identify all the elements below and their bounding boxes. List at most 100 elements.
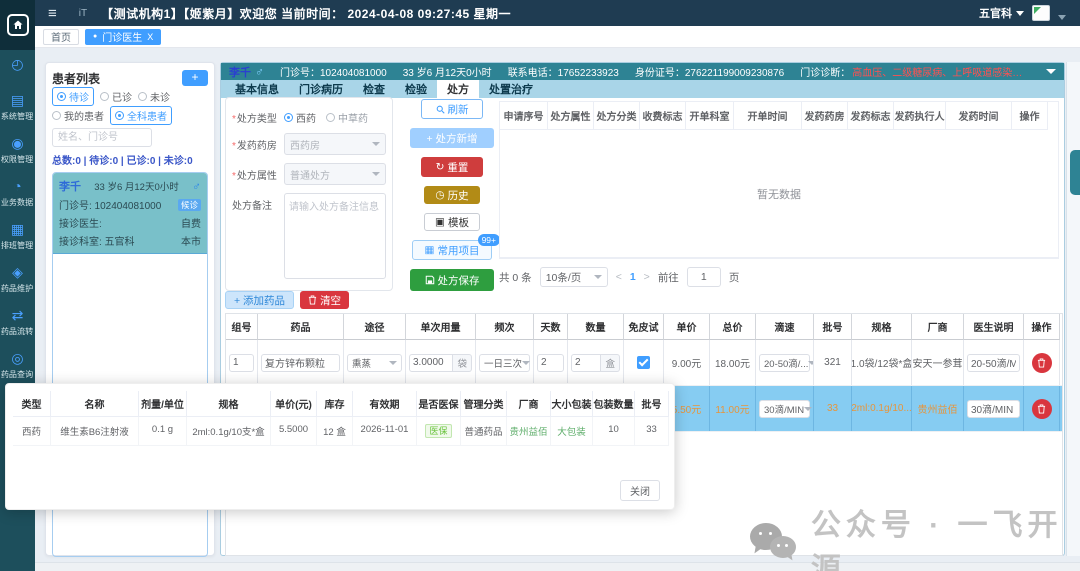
tab-treatment[interactable]: 处置治疗 <box>479 80 543 98</box>
sidebar-item-scheduling[interactable]: ▦ 排班管理 <box>0 221 34 251</box>
column-header: 发药时间 <box>946 102 1012 130</box>
patient-search-input[interactable] <box>52 128 152 147</box>
tab-prescription[interactable]: 处方 <box>437 80 479 98</box>
sidebar-item-business-data[interactable]: ◔ 业务数据 <box>0 178 34 208</box>
tab-basic-info[interactable]: 基本信息 <box>225 80 289 98</box>
new-prescription-button[interactable]: + 处方新增 <box>410 128 494 148</box>
page-size-select[interactable]: 10条/页 <box>540 267 608 287</box>
drip-speed-select[interactable]: 20-50滴/... <box>759 354 810 372</box>
goto-page-input[interactable] <box>687 267 721 287</box>
radio-icon <box>138 92 147 101</box>
status-badge: 候诊 <box>178 199 201 211</box>
stock: 12 盒 <box>317 417 353 446</box>
template-button[interactable]: ▣ 模板 <box>424 213 480 231</box>
sidebar-item-permission[interactable]: ◉ 权限管理 <box>0 135 34 165</box>
refresh-button[interactable]: 刷新 <box>421 99 483 119</box>
sidebar-item-drug-circulation[interactable]: ⇄ 药品流转 <box>0 307 34 337</box>
sidebar-item-drug-maintenance[interactable]: ◈ 药品维护 <box>0 264 34 294</box>
save-prescription-button[interactable]: 处方保存 <box>410 269 494 291</box>
save-icon <box>425 275 435 285</box>
popup-table-row[interactable]: 西药 维生素B6注射液 0.1 g 2ml:0.1g/10支*盒 5.5000 … <box>13 417 667 446</box>
drug-picker-popup: 类型 名称 剂量/单位 规格 单价(元) 库存 有效期 是否医保 管理分类 厂商… <box>5 383 675 510</box>
filter-label: 已诊 <box>112 89 132 104</box>
prev-page-button[interactable]: < <box>616 271 622 283</box>
drip-speed-select[interactable]: 30滴/MIN <box>759 400 810 418</box>
page-size-value: 10条/页 <box>546 270 582 285</box>
department-selector[interactable]: 五官科 <box>979 5 1024 21</box>
button-label: 模板 <box>448 215 469 230</box>
add-drug-button[interactable]: + 添加药品 <box>225 291 294 309</box>
rx-attr-select[interactable]: 普通处方 <box>284 163 386 185</box>
text-size-icon[interactable]: iT <box>79 8 87 19</box>
frequency-select[interactable]: 一日三次 <box>479 354 530 372</box>
radio-icon <box>115 111 124 120</box>
common-items-button[interactable]: ▦ 常用项目 99+ <box>412 240 492 260</box>
chevron-down-icon[interactable] <box>1046 69 1056 74</box>
patient-list-title: 患者列表 <box>52 70 100 87</box>
dose-input[interactable] <box>409 354 453 372</box>
filter-seen[interactable]: 已诊 <box>100 89 132 104</box>
rx-note-textarea[interactable] <box>284 193 386 279</box>
drug-name-input[interactable] <box>261 354 340 372</box>
filter-all-patients[interactable]: 全科患者 <box>110 106 172 125</box>
column-header: 大小包装 <box>551 391 593 417</box>
manufacturer: 贵州益佰 <box>912 386 964 431</box>
topbar-right: 五官科 <box>979 5 1066 21</box>
column-header: 有效期 <box>353 391 417 417</box>
patient-card[interactable]: 李千 33 岁6 月12天0小时 ♂ 门诊号: 102404081000 候诊 … <box>53 173 207 254</box>
user-menu-caret-icon[interactable] <box>1058 15 1066 20</box>
next-page-button[interactable]: > <box>644 271 650 283</box>
clear-drugs-button[interactable]: 清空 <box>300 291 349 309</box>
popup-close-button[interactable]: 关闭 <box>620 480 660 501</box>
add-patient-button[interactable]: + <box>182 70 208 86</box>
page-number[interactable]: 1 <box>630 271 636 283</box>
prescription-records-table: 申请序号 处方属性 处方分类 收费标志 开单科室 开单时间 发药药房 发药标志 … <box>499 101 1059 287</box>
doctor-note-input[interactable] <box>967 400 1020 418</box>
sidebar-item-drug-query[interactable]: ◎ 药品查询 <box>0 350 34 380</box>
filter-label: 我的患者 <box>64 108 104 123</box>
tab-close-icon[interactable]: X <box>147 32 153 42</box>
delete-row-button[interactable] <box>1032 399 1052 419</box>
group-input[interactable] <box>229 354 254 372</box>
hamburger-menu-icon[interactable]: ≡ <box>48 5 57 22</box>
filter-my-patients[interactable]: 我的患者 <box>52 108 104 123</box>
column-header: 发药药房 <box>802 102 848 130</box>
delete-row-button[interactable] <box>1032 353 1052 373</box>
manage-category: 普通药品 <box>461 417 507 446</box>
drawer-handle[interactable] <box>1070 150 1080 195</box>
days-input[interactable] <box>537 354 564 372</box>
pharmacy-select[interactable]: 西药房 <box>284 133 386 155</box>
filter-waiting[interactable]: 待诊 <box>52 87 94 106</box>
expiry-date: 2026-11-01 <box>353 417 417 446</box>
tab-lab-test[interactable]: 检验 <box>395 80 437 98</box>
route-select[interactable]: 熏蒸 <box>347 354 402 372</box>
history-button[interactable]: ◷ 历史 <box>424 186 480 204</box>
drip-speed-value: 30滴/MIN <box>764 402 804 416</box>
tab-home[interactable]: 首页 <box>43 29 79 45</box>
quantity-input[interactable] <box>571 354 601 372</box>
column-header: 是否医保 <box>417 391 461 417</box>
patient-area: 本市 <box>181 233 201 248</box>
button-label: 处方保存 <box>438 273 480 288</box>
patient-age: 33 岁6 月12天0小时 <box>94 179 178 193</box>
header-age: 33 岁6 月12天0小时 <box>403 64 492 79</box>
unit-price: 9.00元 <box>664 340 710 385</box>
pharmacy-label: *发药药房 <box>232 133 284 155</box>
reset-button[interactable]: ↻ 重置 <box>421 157 483 177</box>
rx-type-western[interactable]: 西药 <box>284 110 316 125</box>
skin-test-checkbox[interactable] <box>637 356 650 369</box>
total-count: 共 0 条 <box>499 270 532 285</box>
button-label: 清空 <box>320 293 341 308</box>
home-button[interactable] <box>0 0 35 50</box>
tab-examination[interactable]: 检查 <box>353 80 395 98</box>
sidebar-item-system[interactable]: ▤ 系统管理 <box>0 92 34 122</box>
sidebar-item-dashboard[interactable]: ◴ <box>11 56 23 72</box>
doctor-note-input[interactable] <box>967 354 1020 372</box>
avatar[interactable] <box>1032 5 1050 21</box>
tab-outpatient-doctor[interactable]: ● 门诊医生 X <box>85 29 161 45</box>
filter-unseen[interactable]: 未诊 <box>138 89 170 104</box>
rx-attr-label: *处方属性 <box>232 163 284 185</box>
tab-medical-record[interactable]: 门诊病历 <box>289 80 353 98</box>
rx-type-herbal[interactable]: 中草药 <box>326 110 368 125</box>
male-icon: ♂ <box>255 65 264 79</box>
